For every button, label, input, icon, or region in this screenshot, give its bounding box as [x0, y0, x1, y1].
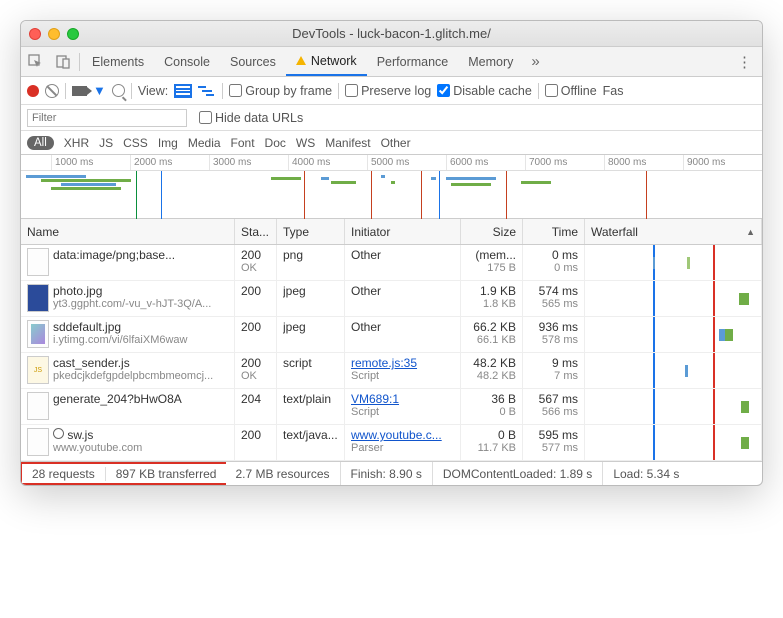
status-load: Load: 5.34 s — [603, 462, 689, 485]
minimize-button[interactable] — [48, 28, 60, 40]
filter-css[interactable]: CSS — [123, 136, 148, 150]
titlebar: DevTools - luck-bacon-1.glitch.me/ — [21, 21, 762, 47]
inspect-icon[interactable] — [21, 47, 49, 76]
device-toggle-icon[interactable] — [49, 47, 77, 76]
filter-ws[interactable]: WS — [296, 136, 315, 150]
filter-media[interactable]: Media — [188, 136, 221, 150]
tab-performance[interactable]: Performance — [367, 47, 459, 76]
table-row[interactable]: sddefault.jpgi.ytimg.com/vi/6lfaiXM6waw … — [21, 317, 762, 353]
tab-console[interactable]: Console — [154, 47, 220, 76]
network-table-header: Name Sta... Type Initiator Size Time Wat… — [21, 219, 762, 245]
table-row[interactable]: sw.jswww.youtube.com 200 text/java... ww… — [21, 425, 762, 461]
status-transferred: 897 KB transferred — [106, 467, 227, 481]
type-filter-bar: All XHR JS CSS Img Media Font Doc WS Man… — [21, 131, 762, 155]
search-icon[interactable] — [112, 84, 125, 97]
col-status[interactable]: Sta... — [235, 219, 277, 244]
devtools-window: DevTools - luck-bacon-1.glitch.me/ Eleme… — [20, 20, 763, 486]
status-bar: 28 requests 897 KB transferred 2.7 MB re… — [21, 461, 762, 485]
status-finish: Finish: 8.90 s — [341, 462, 433, 485]
group-by-frame-checkbox[interactable]: Group by frame — [229, 84, 332, 98]
screenshot-icon[interactable] — [72, 86, 87, 96]
window-controls — [29, 28, 79, 40]
view-label: View: — [138, 84, 168, 98]
col-type[interactable]: Type — [277, 219, 345, 244]
tab-sources[interactable]: Sources — [220, 47, 286, 76]
panel-tabs: Elements Console Sources Network Perform… — [21, 47, 762, 77]
more-tabs-icon[interactable]: » — [523, 53, 547, 70]
filter-font[interactable]: Font — [231, 136, 255, 150]
table-row[interactable]: data:image/png;base... 200OK png Other (… — [21, 245, 762, 281]
throttle-label[interactable]: Fas — [603, 84, 624, 98]
sort-arrow-icon: ▲ — [746, 227, 755, 237]
zoom-button[interactable] — [67, 28, 79, 40]
tab-memory[interactable]: Memory — [458, 47, 523, 76]
timeline-overview[interactable]: 1000 ms 2000 ms 3000 ms 4000 ms 5000 ms … — [21, 155, 762, 219]
disable-cache-checkbox[interactable]: Disable cache — [437, 84, 532, 98]
network-toolbar: ▼ View: Group by frame Preserve log Disa… — [21, 77, 762, 105]
status-dcl: DOMContentLoaded: 1.89 s — [433, 462, 603, 485]
preserve-log-checkbox[interactable]: Preserve log — [345, 84, 431, 98]
filter-xhr[interactable]: XHR — [64, 136, 89, 150]
record-button[interactable] — [27, 85, 39, 97]
filter-input[interactable] — [27, 109, 187, 127]
network-rows: data:image/png;base... 200OK png Other (… — [21, 245, 762, 461]
warning-icon — [296, 56, 306, 65]
col-name[interactable]: Name — [21, 219, 235, 244]
window-title: DevTools - luck-bacon-1.glitch.me/ — [21, 26, 762, 41]
table-row[interactable]: photo.jpgyt3.ggpht.com/-vu_v-hJT-3Q/A...… — [21, 281, 762, 317]
table-row[interactable]: JScast_sender.jspkedcjkdefgpdelpbcmbmeom… — [21, 353, 762, 389]
col-initiator[interactable]: Initiator — [345, 219, 461, 244]
filter-doc[interactable]: Doc — [265, 136, 286, 150]
status-requests: 28 requests — [22, 467, 106, 481]
clear-button[interactable] — [45, 84, 59, 98]
filter-manifest[interactable]: Manifest — [325, 136, 370, 150]
large-rows-icon[interactable] — [174, 84, 192, 98]
col-time[interactable]: Time — [523, 219, 585, 244]
hide-data-urls-checkbox[interactable]: Hide data URLs — [199, 111, 303, 125]
filter-icon[interactable]: ▼ — [93, 83, 106, 98]
gear-icon — [53, 428, 64, 439]
status-resources: 2.7 MB resources — [225, 462, 340, 485]
waterfall-view-icon[interactable] — [198, 84, 216, 98]
col-waterfall[interactable]: Waterfall▲ — [585, 219, 762, 244]
filter-other[interactable]: Other — [381, 136, 411, 150]
table-row[interactable]: generate_204?bHwO8A 204 text/plain VM689… — [21, 389, 762, 425]
filter-js[interactable]: JS — [99, 136, 113, 150]
filter-bar: Hide data URLs — [21, 105, 762, 131]
close-button[interactable] — [29, 28, 41, 40]
filter-img[interactable]: Img — [158, 136, 178, 150]
offline-checkbox[interactable]: Offline — [545, 84, 597, 98]
col-size[interactable]: Size — [461, 219, 523, 244]
settings-menu-icon[interactable]: ⋮ — [727, 53, 762, 71]
filter-all[interactable]: All — [27, 136, 54, 150]
tab-network[interactable]: Network — [286, 47, 367, 76]
tab-elements[interactable]: Elements — [82, 47, 154, 76]
